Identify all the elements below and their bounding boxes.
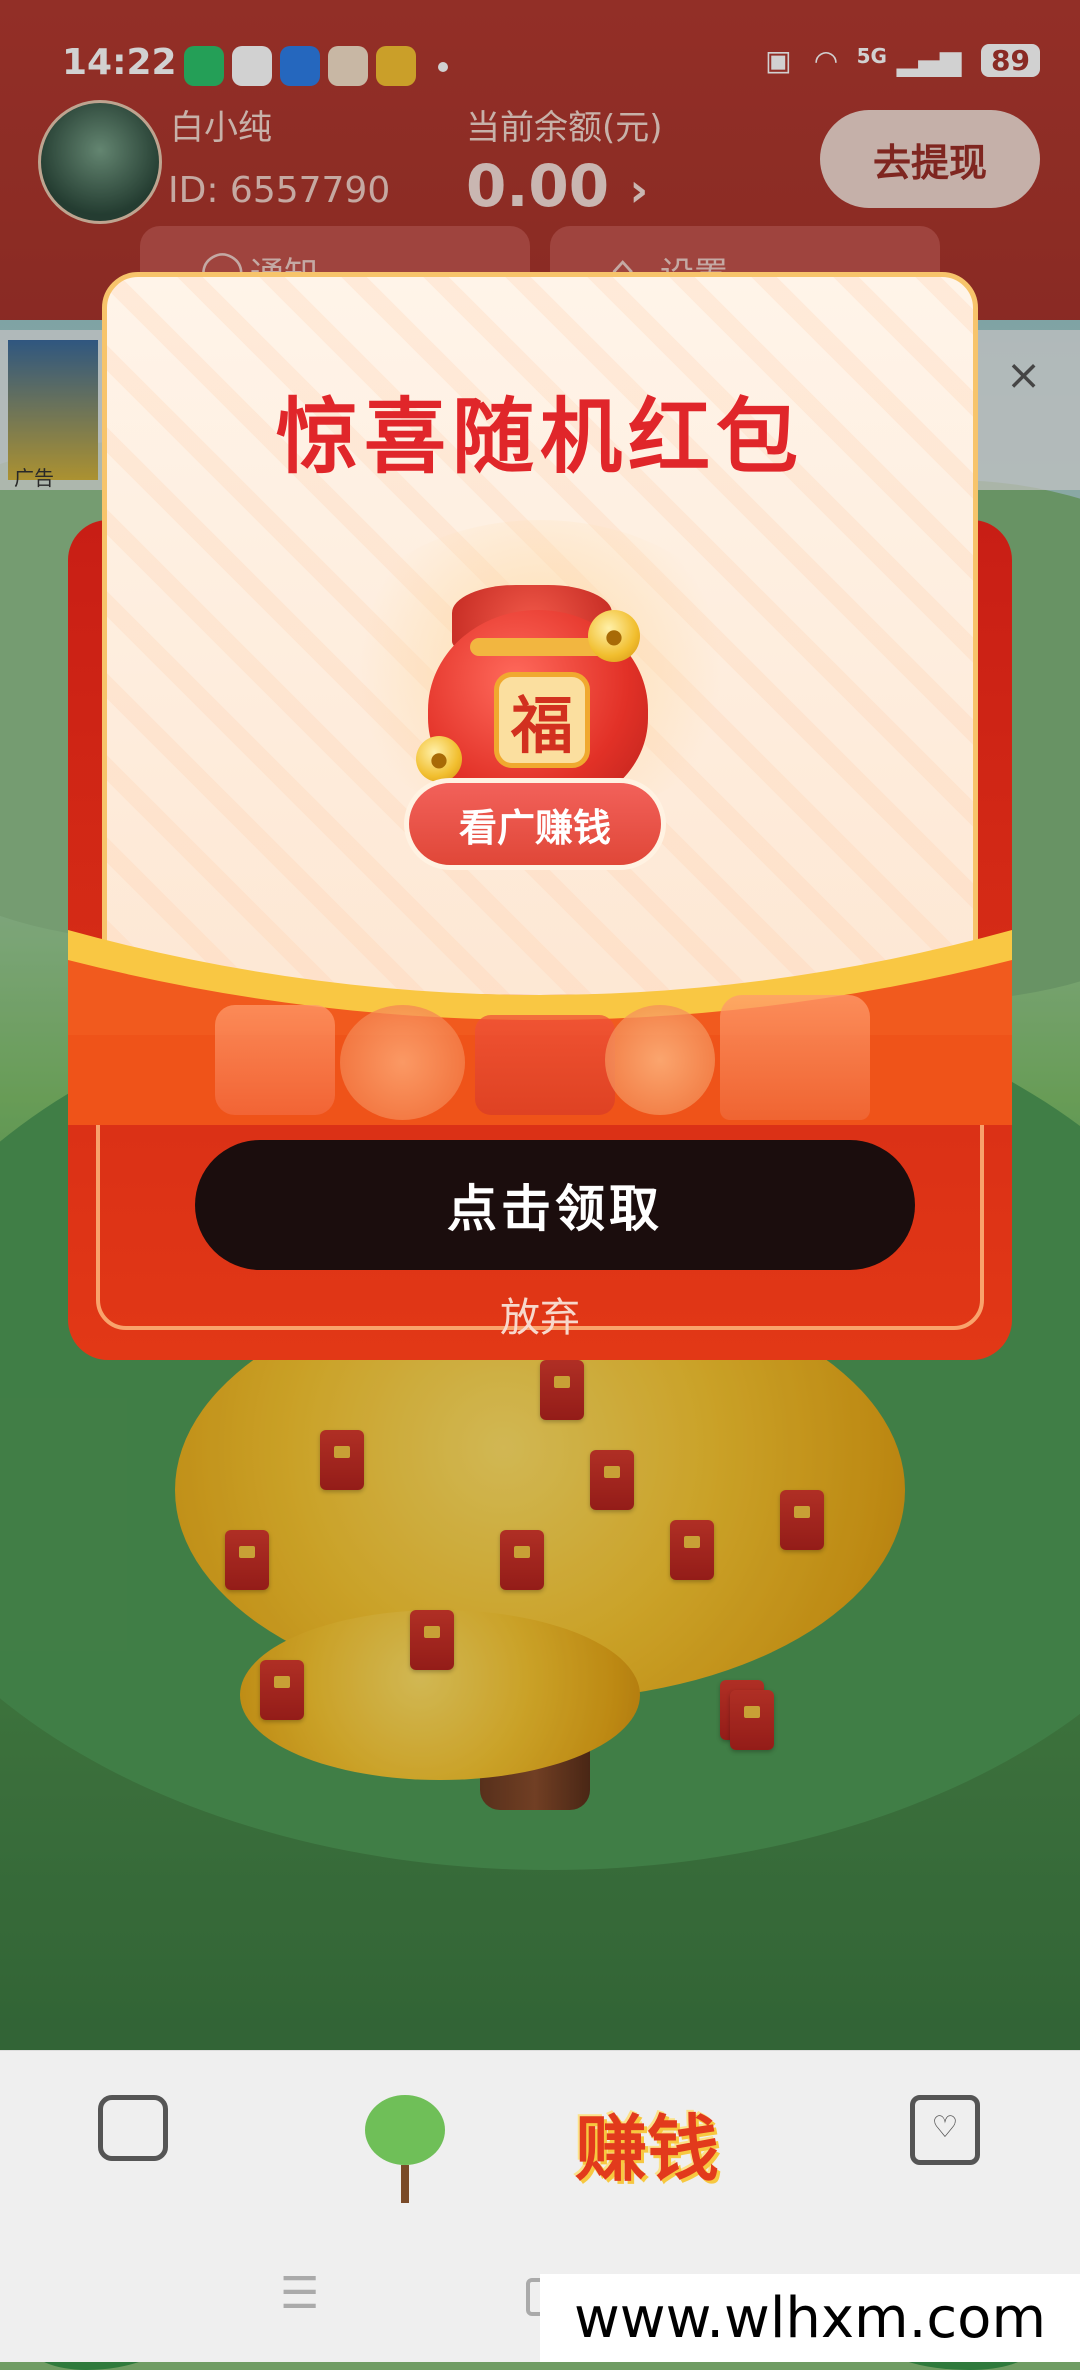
menu-icon[interactable]: ☰ — [280, 2268, 319, 2319]
treasure-chest-icon — [720, 995, 870, 1120]
coin-icon: ● — [588, 610, 640, 662]
modal-title: 惊喜随机红包 — [275, 390, 804, 485]
home-icon[interactable] — [98, 2095, 168, 2161]
tree-icon[interactable] — [365, 2095, 445, 2203]
coin-icon: ● — [416, 736, 462, 782]
wallet-icon — [215, 1005, 335, 1115]
copper-coin-icon — [605, 1005, 715, 1115]
watch-ad-badge[interactable]: 看广赚钱 — [404, 778, 666, 870]
yuan-coin-icon — [340, 1005, 465, 1120]
bag-tie — [470, 638, 608, 656]
heart-mail-icon[interactable]: ♡ — [910, 2095, 980, 2165]
fu-badge: 福 — [494, 672, 590, 768]
claim-button[interactable]: 点击领取 — [195, 1140, 915, 1270]
nav-earn[interactable]: 赚钱 — [575, 2090, 719, 2195]
red-packet-icon — [475, 1015, 615, 1115]
abandon-button[interactable]: 放弃 — [440, 1285, 640, 1343]
watermark: www.wlhxm.com — [540, 2274, 1080, 2362]
